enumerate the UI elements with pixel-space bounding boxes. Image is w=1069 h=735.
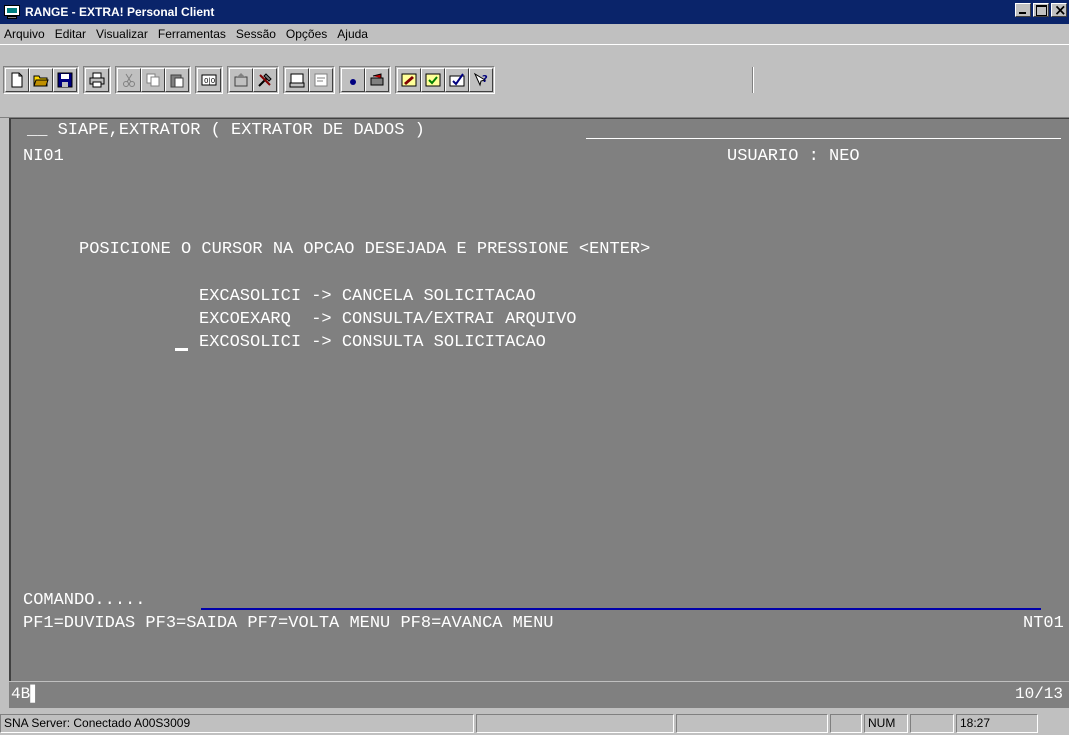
tools-icon[interactable] (253, 68, 277, 92)
terminal-cursor (175, 348, 188, 351)
save-icon[interactable] (53, 68, 77, 92)
menu-ferramentas[interactable]: Ferramentas (158, 27, 226, 41)
new-icon[interactable] (5, 68, 29, 92)
toolbar-area: 0|0 ? (0, 44, 1069, 118)
close-icon[interactable] (1051, 1, 1067, 19)
menu-editar[interactable]: Editar (55, 27, 86, 41)
oia-session-indicator: 4B▌ (11, 685, 40, 703)
maximize-icon[interactable] (1033, 3, 1049, 17)
macro-icon[interactable]: 0|0 (197, 68, 221, 92)
status-cell-6 (910, 714, 954, 733)
command-label: COMANDO..... (23, 591, 146, 610)
clock: 18:27 (956, 714, 1038, 733)
option-code: EXCOEXARQ (199, 310, 302, 329)
minimize-icon[interactable] (1015, 3, 1031, 17)
menu-visualizar[interactable]: Visualizar (96, 27, 148, 41)
user-label: USUARIO : NEO (727, 147, 860, 166)
option-arrow: -> (311, 310, 332, 329)
copy-icon[interactable] (141, 68, 165, 92)
capture-icon[interactable] (309, 68, 333, 92)
menu-opcoes[interactable]: Opções (286, 27, 327, 41)
status-bar: SNA Server: Conectado A00S3009 NUM 18:27 (0, 712, 1069, 735)
menu-option-excosolici[interactable]: EXCOSOLICI -> CONSULTA SOLICITACAO (199, 333, 546, 353)
open-icon[interactable] (29, 68, 53, 92)
option-desc: CANCELA SOLICITACAO (341, 287, 536, 306)
num-lock-indicator: NUM (864, 714, 908, 733)
cut-icon[interactable] (117, 68, 141, 92)
status-cell-2 (476, 714, 674, 733)
option-arrow: -> (311, 287, 332, 306)
terminal-screen[interactable]: __ SIAPE,EXTRATOR ( EXTRATOR DE DADOS ) … (9, 118, 1069, 681)
print-icon[interactable] (85, 68, 109, 92)
header-rule (586, 138, 1061, 139)
window-title: RANGE - EXTRA! Personal Client (25, 5, 215, 19)
menu-option-excoexarq[interactable]: EXCOEXARQ -> CONSULTA/EXTRAI ARQUIVO (199, 310, 576, 330)
toolbar-separator (752, 67, 754, 93)
screen-code-right: NT01 (1023, 614, 1064, 633)
svg-text:?: ? (482, 74, 488, 85)
window-title-bar[interactable]: RANGE - EXTRA! Personal Client (0, 0, 1069, 24)
menu-arquivo[interactable]: Arquivo (4, 27, 45, 41)
help-icon[interactable]: ? (469, 68, 493, 92)
status-cell-3 (676, 714, 828, 733)
option-code: EXCASOLICI (199, 287, 302, 306)
settings-icon[interactable] (421, 68, 445, 92)
status-cell-4 (830, 714, 862, 733)
menu-option-excasolici[interactable]: EXCASOLICI -> CANCELA SOLICITACAO (199, 287, 536, 307)
screen-id: NI01 (23, 147, 64, 166)
cursor-position: 10/13 (1014, 685, 1063, 703)
terminal-app-icon (4, 4, 20, 20)
record-icon[interactable] (341, 68, 365, 92)
option-arrow: -> (311, 333, 332, 352)
transfer-icon[interactable] (229, 68, 253, 92)
menu-bar: Arquivo Editar Visualizar Ferramentas Se… (0, 24, 1069, 44)
screen-header: __ SIAPE,EXTRATOR ( EXTRATOR DE DADOS ) (27, 121, 425, 140)
print-screen-icon[interactable] (285, 68, 309, 92)
option-desc: CONSULTA/EXTRAI ARQUIVO (341, 310, 577, 329)
menu-sessao[interactable]: Sessão (236, 27, 276, 41)
edit-session-icon[interactable] (397, 68, 421, 92)
playback-icon[interactable] (365, 68, 389, 92)
toolbar: 0|0 ? (3, 65, 499, 95)
operator-info-area: 4B▌ 10/13 (9, 681, 1069, 708)
function-keys: PF1=DUVIDAS PF3=SAIDA PF7=VOLTA MENU PF8… (23, 614, 554, 633)
option-code: EXCOSOLICI (199, 333, 302, 352)
option-desc: CONSULTA SOLICITACAO (341, 333, 546, 352)
paste-icon[interactable] (165, 68, 189, 92)
connection-status: SNA Server: Conectado A00S3009 (0, 714, 474, 733)
menu-ajuda[interactable]: Ajuda (337, 27, 368, 41)
check-icon[interactable] (445, 68, 469, 92)
instruction-text: POSICIONE O CURSOR NA OPCAO DESEJADA E P… (79, 240, 651, 259)
svg-text:0|0: 0|0 (204, 77, 215, 85)
command-field-underline (201, 608, 1041, 610)
